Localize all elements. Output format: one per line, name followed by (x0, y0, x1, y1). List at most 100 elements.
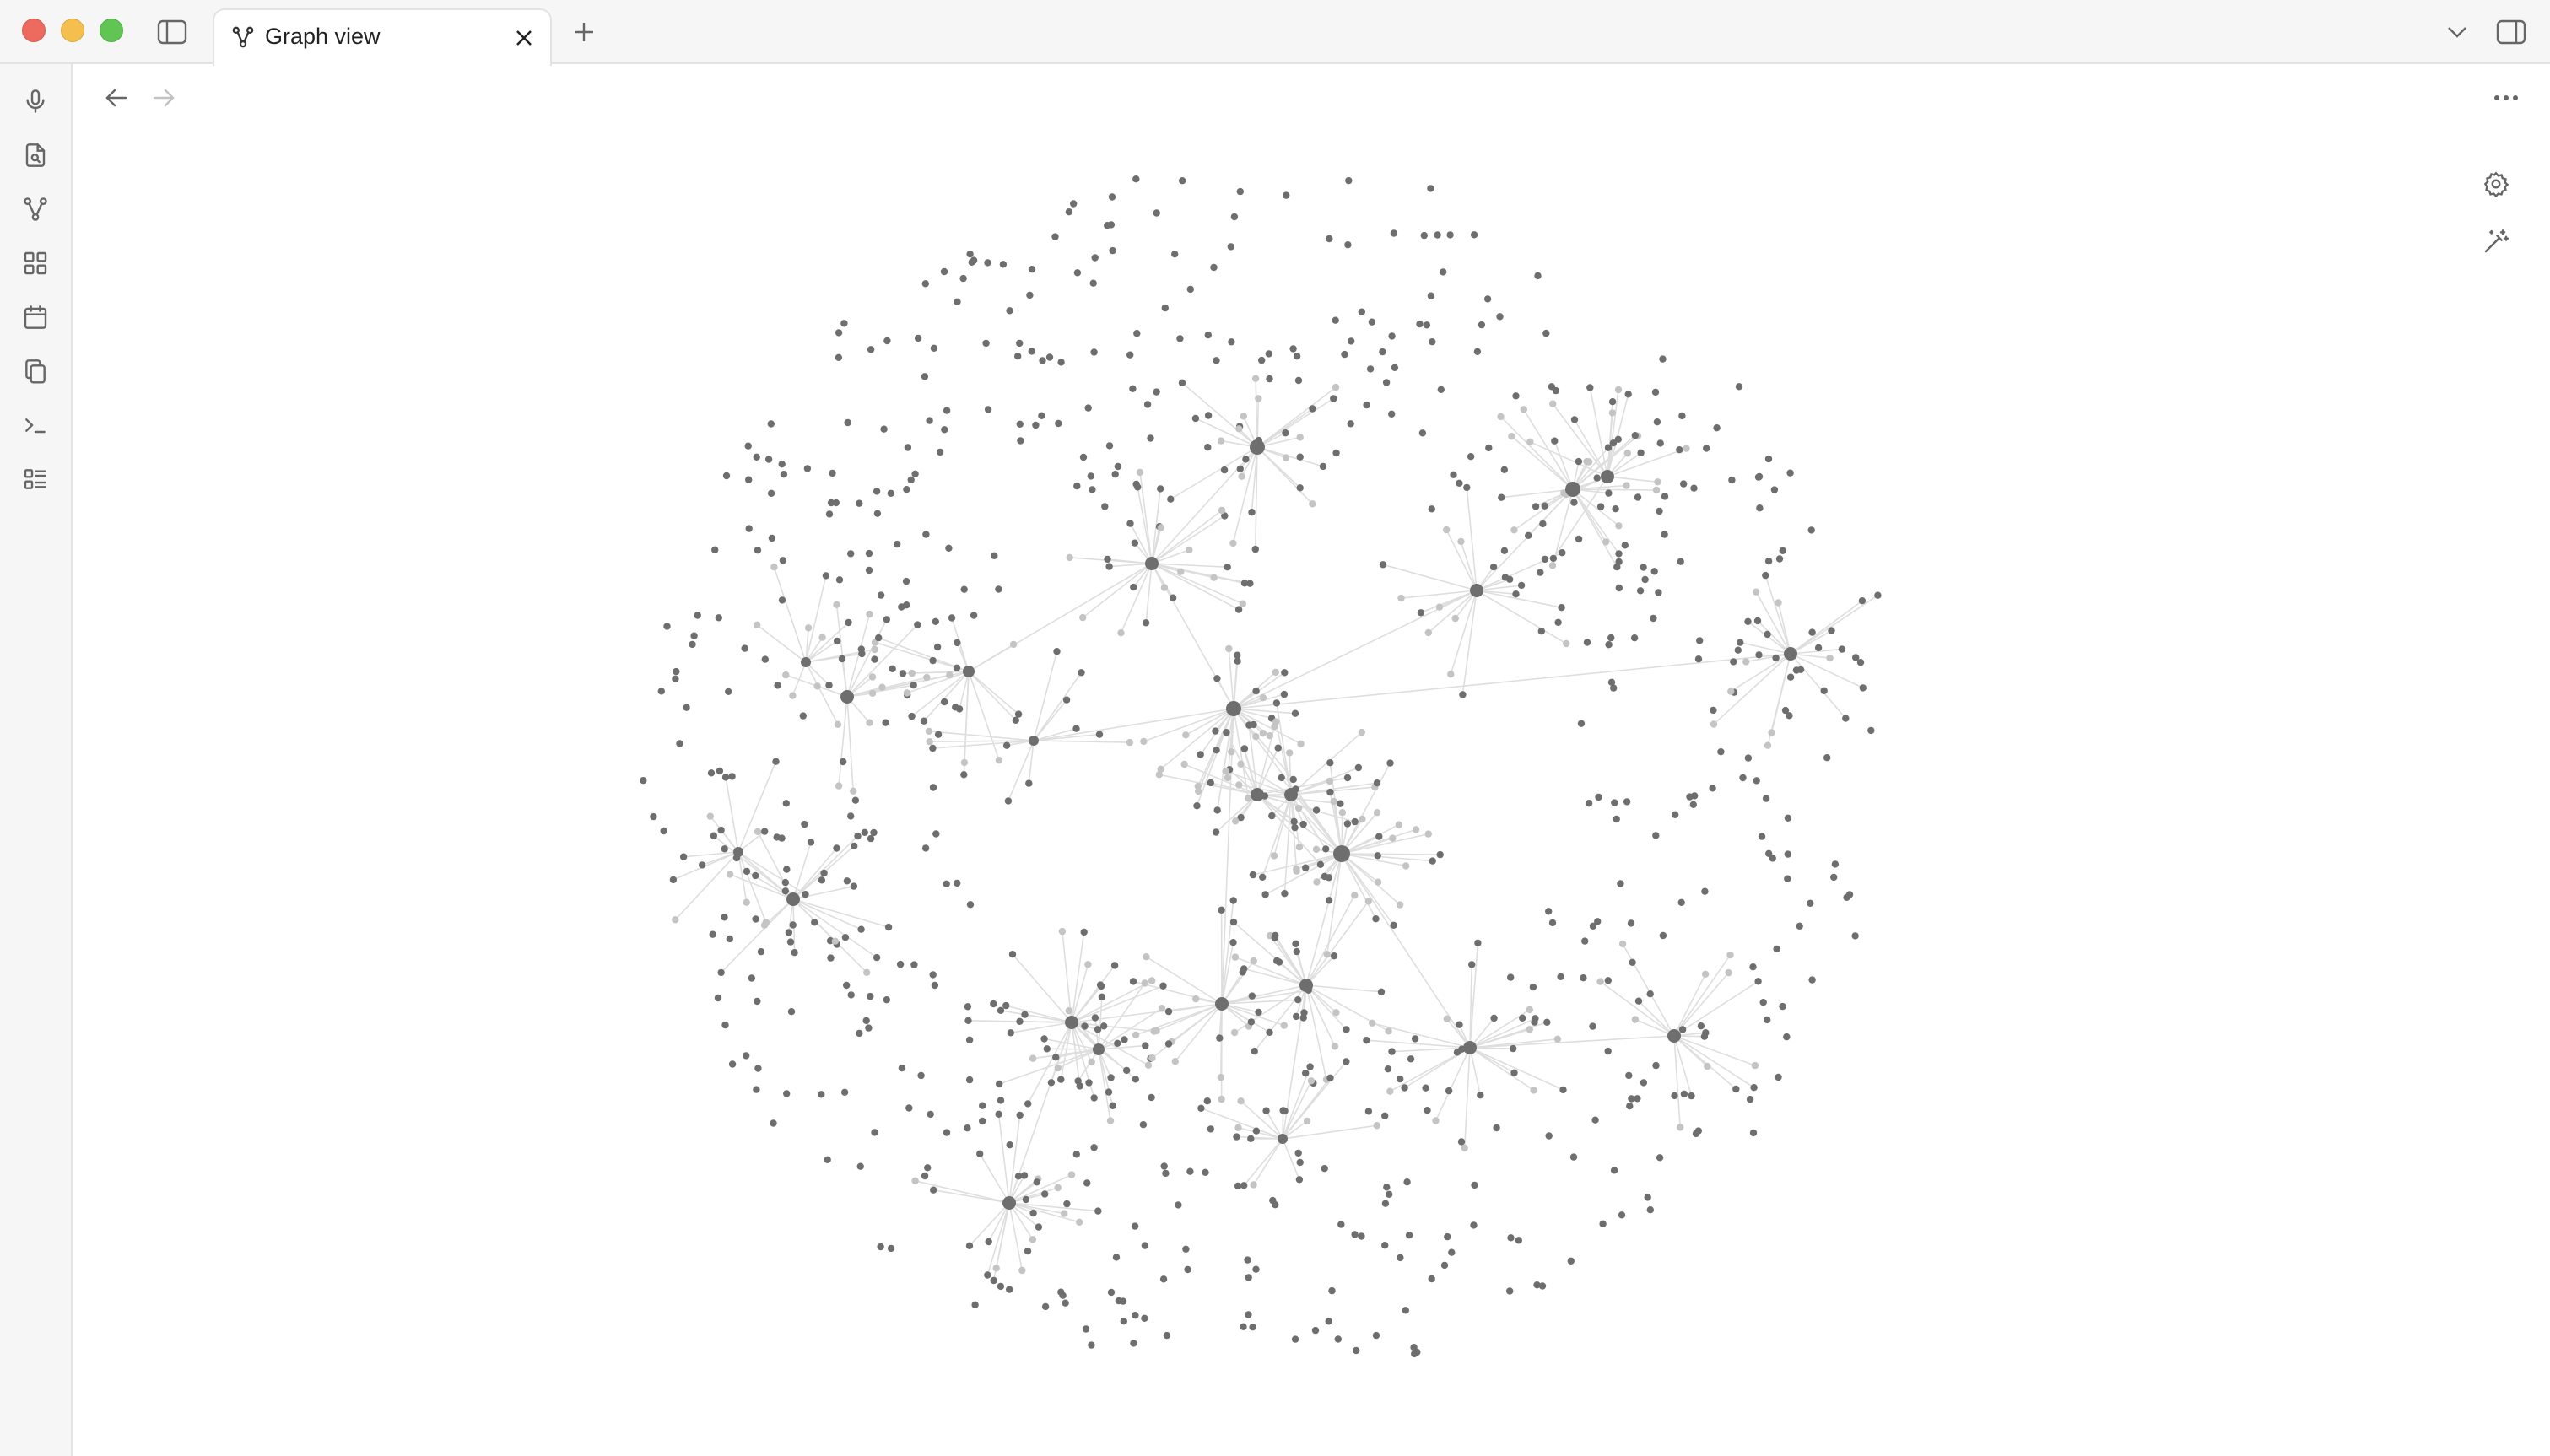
graph-node[interactable] (820, 869, 828, 877)
graph-node[interactable] (728, 1060, 737, 1068)
graph-node[interactable] (1781, 706, 1790, 715)
graph-node[interactable] (1717, 748, 1725, 756)
graph-node[interactable] (1515, 1237, 1523, 1244)
graph-node[interactable] (1334, 1335, 1343, 1343)
graph-node[interactable] (999, 261, 1008, 268)
graph-node[interactable] (1548, 383, 1556, 391)
graph-node[interactable] (1130, 583, 1137, 591)
graph-node[interactable] (1702, 1029, 1710, 1037)
graph-node[interactable] (867, 346, 875, 353)
graph-node[interactable] (743, 898, 750, 906)
graph-node[interactable] (1328, 1286, 1336, 1295)
graph-node[interactable] (1661, 493, 1669, 500)
graph-node[interactable] (1506, 1287, 1514, 1295)
graph-node[interactable] (959, 274, 967, 283)
graph-node[interactable] (1689, 801, 1698, 808)
graph-node[interactable] (1224, 564, 1231, 571)
graph-node[interactable] (1602, 538, 1610, 546)
graph-node[interactable] (1245, 1311, 1252, 1318)
graph-node[interactable] (1082, 1325, 1090, 1333)
graph-node[interactable] (914, 621, 921, 628)
graph-node[interactable] (1559, 549, 1566, 557)
graph-node[interactable] (1229, 897, 1237, 904)
graph-node[interactable] (943, 1129, 951, 1136)
graph-node[interactable] (1820, 687, 1828, 694)
graph-node[interactable] (743, 867, 751, 876)
graph-node[interactable] (880, 425, 888, 433)
graph-node[interactable] (1282, 429, 1289, 437)
graph-node[interactable] (1784, 875, 1791, 882)
graph-node[interactable] (1029, 1054, 1037, 1062)
graph-node[interactable] (866, 719, 873, 726)
graph-node[interactable] (1428, 1275, 1435, 1283)
graph-node[interactable] (1727, 688, 1735, 695)
graph-node[interactable] (1147, 434, 1154, 442)
graph-node[interactable] (1374, 852, 1381, 860)
graph-node[interactable] (1132, 175, 1140, 183)
graph-node[interactable] (1337, 1221, 1345, 1228)
graph-node[interactable] (1383, 1184, 1391, 1191)
graph-node[interactable] (1354, 763, 1363, 772)
graph-node[interactable] (965, 1242, 974, 1250)
more-options-button[interactable] (2488, 81, 2525, 115)
graph-node[interactable] (1105, 1088, 1113, 1096)
graph-node[interactable] (1599, 1220, 1607, 1228)
graph-node[interactable] (1278, 774, 1285, 782)
graph-node[interactable] (1500, 547, 1509, 554)
graph-node[interactable] (745, 525, 753, 532)
graph-node[interactable] (707, 769, 716, 777)
graph-node[interactable] (1351, 817, 1359, 826)
graph-node[interactable] (1088, 1341, 1095, 1349)
graph-node[interactable] (1326, 235, 1333, 243)
graph-node[interactable] (1351, 1231, 1359, 1238)
graph-node[interactable] (1286, 749, 1294, 757)
graph-node[interactable] (1373, 1122, 1381, 1130)
graph-node[interactable] (1737, 639, 1744, 646)
graph-node[interactable] (970, 612, 978, 619)
graph-node[interactable] (831, 937, 839, 945)
graph-node[interactable] (1808, 628, 1816, 636)
graph-node[interactable] (807, 839, 815, 846)
graph-hub-node[interactable] (1565, 482, 1580, 497)
graph-node[interactable] (868, 673, 877, 681)
graph-node[interactable] (1549, 400, 1557, 407)
graph-node[interactable] (1753, 777, 1760, 785)
graph-node[interactable] (694, 612, 701, 619)
graph-node[interactable] (1756, 504, 1764, 512)
graph-node[interactable] (1686, 793, 1694, 801)
graph-node[interactable] (1424, 628, 1433, 637)
graph-node[interactable] (1607, 678, 1616, 686)
graph-node[interactable] (1796, 666, 1805, 673)
graph-node[interactable] (1435, 603, 1444, 611)
graph-node[interactable] (1091, 1014, 1099, 1022)
graph-node[interactable] (1240, 1323, 1247, 1331)
graph-hub-node[interactable] (1002, 1196, 1016, 1210)
graph-node[interactable] (847, 550, 855, 558)
graph-node[interactable] (865, 549, 873, 558)
graph-node[interactable] (1326, 1074, 1334, 1082)
graph-hub-node[interactable] (1284, 788, 1298, 801)
graph-node[interactable] (1073, 269, 1082, 277)
graph-node[interactable] (1764, 455, 1773, 463)
graph-node[interactable] (1775, 1073, 1782, 1081)
graph-node[interactable] (1235, 781, 1243, 789)
graph-hub-node[interactable] (1065, 1016, 1078, 1029)
graph-node[interactable] (1252, 1265, 1260, 1273)
graph-node[interactable] (1519, 1014, 1526, 1022)
graph-node[interactable] (996, 1080, 1003, 1088)
graph-node[interactable] (1230, 213, 1239, 221)
graph-node[interactable] (1296, 484, 1304, 492)
graph-node[interactable] (753, 453, 760, 461)
graph-node[interactable] (1375, 833, 1383, 840)
graph-node[interactable] (1345, 176, 1353, 185)
graph-node[interactable] (995, 1110, 1002, 1119)
graph-node[interactable] (1359, 815, 1366, 823)
graph-node[interactable] (752, 915, 759, 923)
graph-node[interactable] (1169, 594, 1177, 601)
graph-node[interactable] (1512, 590, 1520, 598)
graph-node[interactable] (910, 682, 917, 689)
graph-node[interactable] (902, 577, 910, 585)
graph-node[interactable] (1289, 345, 1297, 353)
graph-node[interactable] (1290, 817, 1298, 826)
graph-node[interactable] (1101, 503, 1109, 510)
